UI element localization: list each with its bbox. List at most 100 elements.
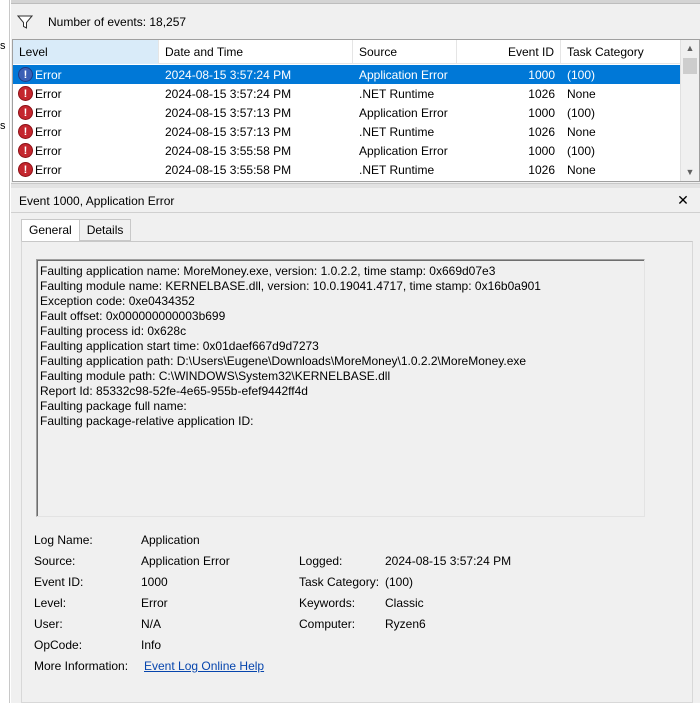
row-source: .NET Runtime [359,162,435,177]
description-line: Report Id: 85332c98-52fe-4e65-955b-efef9… [40,384,308,398]
pane-splitter[interactable] [11,183,700,188]
event-description-box[interactable]: Faulting application name: MoreMoney.exe… [36,259,645,517]
description-line: Faulting package-relative application ID… [40,414,254,428]
level-label: Level: [34,596,67,610]
more-information-label: More Information: [34,659,129,673]
row-event-id: 1000 [528,105,555,120]
row-level: ! Error [13,105,159,120]
computer-value: Ryzen6 [385,617,426,631]
row-source: .NET Runtime [359,86,435,101]
row-level: ! Error [13,124,159,139]
source-value: Application Error [141,554,230,568]
detail-tabs: General Details [21,219,132,242]
column-header-date-time[interactable]: Date and Time [159,40,353,64]
event-row[interactable]: ! Error 2024-08-15 3:55:58 PM Application… [13,141,681,160]
scrollbar-thumb[interactable] [683,58,697,74]
row-task-category: (100) [567,143,596,158]
event-row[interactable]: ! Error 2024-08-15 3:57:13 PM Application… [13,103,681,122]
row-level-text: Error [35,67,62,82]
scroll-up-arrow-icon[interactable]: ▲ [681,40,699,57]
event-count-bar: Number of events: 18,257 [11,6,700,38]
row-level: ! Error [13,162,159,177]
description-line: Faulting package full name: [40,399,187,413]
filter-icon[interactable] [17,14,33,30]
event-detail-header: Event 1000, Application Error ✕ [11,189,700,213]
description-line: Faulting application name: MoreMoney.exe… [40,264,496,278]
row-level-text: Error [35,124,62,139]
row-task-category: (100) [567,67,596,82]
user-value: N/A [141,617,162,631]
row-datetime: 2024-08-15 3:57:13 PM [165,124,292,139]
row-datetime: 2024-08-15 3:55:58 PM [165,162,292,177]
event-list[interactable]: Level Date and Time Source Event ID Task… [12,39,700,182]
event-row[interactable]: ! Error 2024-08-15 3:55:58 PM .NET Runtim… [13,160,681,179]
logged-label: Logged: [299,554,343,568]
source-label: Source: [34,554,76,568]
description-line: Faulting process id: 0x628c [40,324,187,338]
close-icon[interactable]: ✕ [676,192,690,209]
row-source: Application Error [359,105,448,120]
row-task-category: None [567,162,596,177]
row-level-text: Error [35,86,62,101]
row-event-id: 1026 [528,124,555,139]
event-rows: ! Error 2024-08-15 3:57:24 PM Application… [13,65,681,179]
row-source: .NET Runtime [359,124,435,139]
description-line: Exception code: 0xe0434352 [40,294,195,308]
general-tab-panel: Faulting application name: MoreMoney.exe… [21,241,693,703]
tab-details[interactable]: Details [78,219,132,241]
column-header-task-category[interactable]: Task Category [561,40,681,64]
event-row[interactable]: ! Error 2024-08-15 3:57:24 PM Application… [13,65,681,84]
keywords-value: Classic [385,596,424,610]
row-event-id: 1000 [528,67,555,82]
event-list-scrollbar[interactable]: ▲ ▼ [680,40,699,181]
row-datetime: 2024-08-15 3:57:24 PM [165,86,292,101]
row-task-category: None [567,124,596,139]
error-icon: ! [18,86,33,101]
column-header-event-id[interactable]: Event ID [457,40,561,64]
scroll-down-arrow-icon[interactable]: ▼ [681,164,699,181]
error-icon: ! [18,67,33,82]
event-viewer-main: Number of events: 18,257 Level Date and … [11,0,700,703]
row-datetime: 2024-08-15 3:57:24 PM [165,67,292,82]
opcode-value: Info [141,638,162,652]
logged-value: 2024-08-15 3:57:24 PM [385,554,512,568]
description-line: Fault offset: 0x000000000003b699 [40,309,226,323]
row-level-text: Error [35,162,62,177]
description-line: Faulting module path: C:\WINDOWS\System3… [40,369,391,383]
event-row[interactable]: ! Error 2024-08-15 3:57:24 PM .NET Runtim… [13,84,681,103]
column-header-level[interactable]: Level [13,40,159,64]
left-pane-fragment: s [0,40,6,52]
event-id-value: 1000 [141,575,168,589]
row-source: Application Error [359,67,448,82]
row-level-text: Error [35,143,62,158]
event-id-label: Event ID: [34,575,84,589]
row-event-id: 1000 [528,143,555,158]
event-row[interactable]: ! Error 2024-08-15 3:57:13 PM .NET Runtim… [13,122,681,141]
log-name-value: Application [141,533,200,547]
description-line: Faulting module name: KERNELBASE.dll, ve… [40,279,541,293]
task-category-label: Task Category: [299,575,380,589]
row-source: Application Error [359,143,448,158]
row-level-text: Error [35,105,62,120]
row-level: ! Error [13,86,159,101]
event-count-text: Number of events: 18,257 [48,15,187,29]
left-pane-fragment: s [0,120,6,132]
description-line: Faulting application start time: 0x01dae… [40,339,319,353]
error-icon: ! [18,143,33,158]
row-event-id: 1026 [528,86,555,101]
row-event-id: 1026 [528,162,555,177]
level-value: Error [141,596,168,610]
event-list-header: Level Date and Time Source Event ID Task… [13,40,681,64]
column-header-source[interactable]: Source [353,40,457,64]
row-level: ! Error [13,67,159,82]
keywords-label: Keywords: [299,596,356,610]
tab-general[interactable]: General [21,219,80,242]
log-name-label: Log Name: [34,533,93,547]
top-border [11,0,700,4]
row-task-category: None [567,86,596,101]
opcode-label: OpCode: [34,638,83,652]
computer-label: Computer: [299,617,356,631]
event-log-online-help-link[interactable]: Event Log Online Help [144,656,264,677]
error-icon: ! [18,124,33,139]
left-pane-edge: s s [0,0,10,703]
